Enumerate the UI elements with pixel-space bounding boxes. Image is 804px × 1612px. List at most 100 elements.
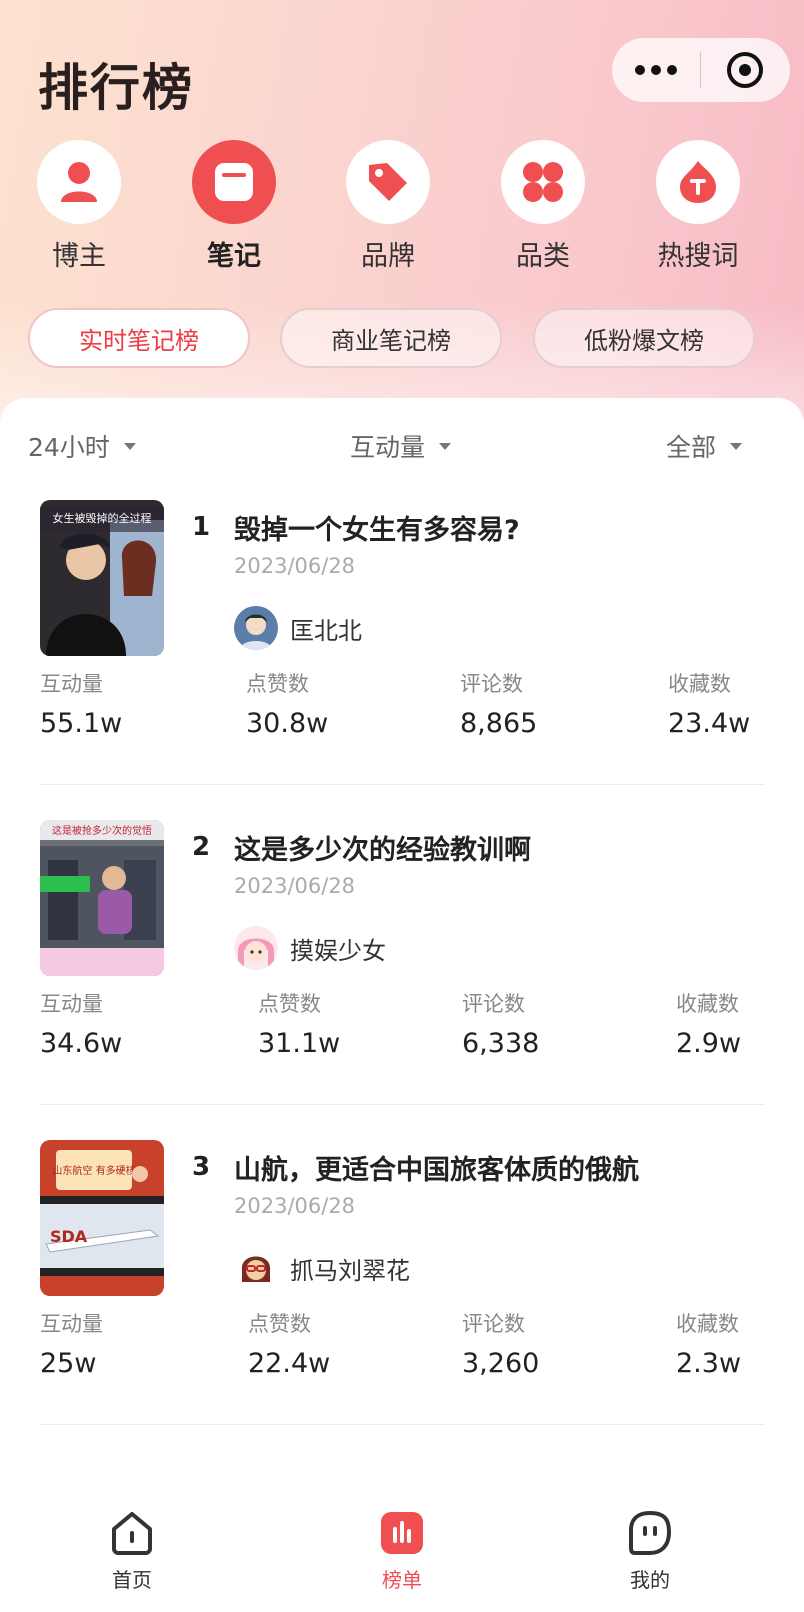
chevron-down-icon [123,442,136,450]
stat-label: 评论数 [460,672,523,696]
author[interactable]: 抓马刘翠花 [234,1246,410,1290]
stat-value: 2.9w [676,1028,742,1059]
stat-value: 34.6w [40,1028,123,1059]
author[interactable]: 匡北北 [234,606,362,650]
stat-label: 收藏数 [676,1312,739,1336]
stat-interactions: 互动量 25w [40,1308,103,1379]
chevron-down-icon [730,442,743,450]
profile-face-icon [590,1508,710,1558]
close-miniprogram-icon[interactable] [701,38,789,102]
note-thumbnail[interactable]: 山东航空 有多硬核 SDA [40,1140,164,1296]
stat-label: 点赞数 [258,992,321,1016]
category-label: 博主 [52,241,106,272]
note-date: 2023/06/28 [234,874,356,898]
stat-value: 31.1w [258,1028,341,1059]
category-label: 品类 [516,241,570,272]
stat-comments: 评论数 6,338 [462,988,539,1059]
author-name: 匡北北 [290,616,362,645]
note-title[interactable]: 毁掉一个女生有多容易? [234,508,520,547]
stat-value: 2.3w [676,1348,742,1379]
time-filter-label: 24小时 [28,433,110,462]
thumbnail-text: 山东航空 有多硬核 [52,1164,135,1177]
note-title[interactable]: 这是多少次的经验教训啊 [234,828,531,867]
stat-value: 23.4w [668,708,751,739]
tab-label: 首页 [112,1568,152,1592]
rank-number: 2 [192,832,211,862]
stat-interactions: 互动量 55.1w [40,668,122,739]
ranking-item[interactable]: 山东航空 有多硬核 SDA 3 山航，更适合中国旅客体质的俄航 2023/06/… [0,1140,804,1460]
category-hot-search[interactable]: 热搜词 [633,140,763,273]
stat-interactions: 互动量 34.6w [40,988,122,1059]
grid-icon [501,140,585,224]
rank-number: 3 [192,1152,211,1182]
chart-icon [342,1508,462,1558]
ranking-card: 24小时 互动量 全部 女生被毁掉的全过程 1 毁掉一个女生有多容易? 2023… [0,398,804,1478]
divider [40,1424,764,1425]
metric-filter-label: 互动量 [350,433,426,462]
note-date: 2023/06/28 [234,1194,356,1218]
tab-ranking[interactable]: 榜单 [342,1508,462,1593]
stat-label: 评论数 [462,992,525,1016]
subtab-realtime-notes[interactable]: 实时笔记榜 [28,308,250,368]
subtab-commercial-notes[interactable]: 商业笔记榜 [280,308,502,368]
time-filter[interactable]: 24小时 [28,428,136,464]
stat-favorites: 收藏数 2.9w [676,988,741,1059]
thumbnail-text: 女生被毁掉的全过程 [53,511,152,525]
stat-favorites: 收藏数 2.3w [676,1308,741,1379]
stat-likes: 点赞数 22.4w [248,1308,330,1379]
page-title: 排行榜 [38,59,194,117]
filter-bar: 24小时 互动量 全部 [0,428,804,468]
stat-value: 6,338 [462,1028,540,1059]
thumbnail-text: 这是被抢多少次的觉悟 [52,824,152,837]
note-title[interactable]: 山航，更适合中国旅客体质的俄航 [234,1148,639,1187]
miniprogram-capsule [612,38,790,102]
author-name: 摸娱少女 [290,936,386,965]
category-blogger[interactable]: 博主 [14,140,144,273]
tab-home[interactable]: 首页 [72,1508,192,1593]
stat-label: 互动量 [40,1312,103,1336]
category-note[interactable]: 笔记 [169,140,299,273]
avatar [234,1246,278,1290]
ranking-item[interactable]: 这是被抢多少次的觉悟 2 这是多少次的经验教训啊 2023/06/28 摸娱少女… [0,820,804,1140]
avatar [234,926,278,970]
stat-value: 30.8w [246,708,329,739]
subtab-row: 实时笔记榜 商业笔记榜 低粉爆文榜 [28,308,776,368]
category-brand[interactable]: 品牌 [323,140,453,273]
stats-row: 互动量 34.6w 点赞数 31.1w 评论数 6,338 收藏数 2.9w [0,988,804,1068]
stat-value: 25w [40,1348,97,1379]
stat-label: 点赞数 [246,672,309,696]
stat-label: 点赞数 [248,1312,311,1336]
chevron-down-icon [439,442,452,450]
note-date: 2023/06/28 [234,554,356,578]
stat-favorites: 收藏数 23.4w [668,668,750,739]
rank-number: 1 [192,512,211,542]
more-options-icon[interactable] [612,38,700,102]
person-icon [37,140,121,224]
scope-filter[interactable]: 全部 [666,428,743,464]
stat-label: 互动量 [40,992,103,1016]
stats-row: 互动量 25w 点赞数 22.4w 评论数 3,260 收藏数 2.3w [0,1308,804,1388]
category-label: 笔记 [207,241,261,272]
stat-comments: 评论数 3,260 [462,1308,539,1379]
divider [40,1104,764,1105]
stat-label: 收藏数 [668,672,731,696]
metric-filter[interactable]: 互动量 [350,428,452,464]
note-thumbnail[interactable]: 这是被抢多少次的觉悟 [40,820,164,976]
author-name: 抓马刘翠花 [290,1256,410,1285]
category-category[interactable]: 品类 [478,140,608,273]
stat-value: 22.4w [248,1348,331,1379]
subtab-low-fans-viral[interactable]: 低粉爆文榜 [533,308,755,368]
tab-label: 我的 [630,1568,670,1592]
svg-text:SDA: SDA [50,1227,88,1246]
stat-label: 评论数 [462,1312,525,1336]
category-label: 热搜词 [657,241,739,272]
stat-comments: 评论数 8,865 [460,668,537,739]
note-thumbnail[interactable]: 女生被毁掉的全过程 [40,500,164,656]
stat-likes: 点赞数 31.1w [258,988,340,1059]
tab-mine[interactable]: 我的 [590,1508,710,1593]
tab-label: 榜单 [382,1568,422,1592]
author[interactable]: 摸娱少女 [234,926,386,970]
ranking-item[interactable]: 女生被毁掉的全过程 1 毁掉一个女生有多容易? 2023/06/28 匡北北 互… [0,500,804,820]
stat-value: 3,260 [462,1348,540,1379]
category-label: 品牌 [361,241,415,272]
